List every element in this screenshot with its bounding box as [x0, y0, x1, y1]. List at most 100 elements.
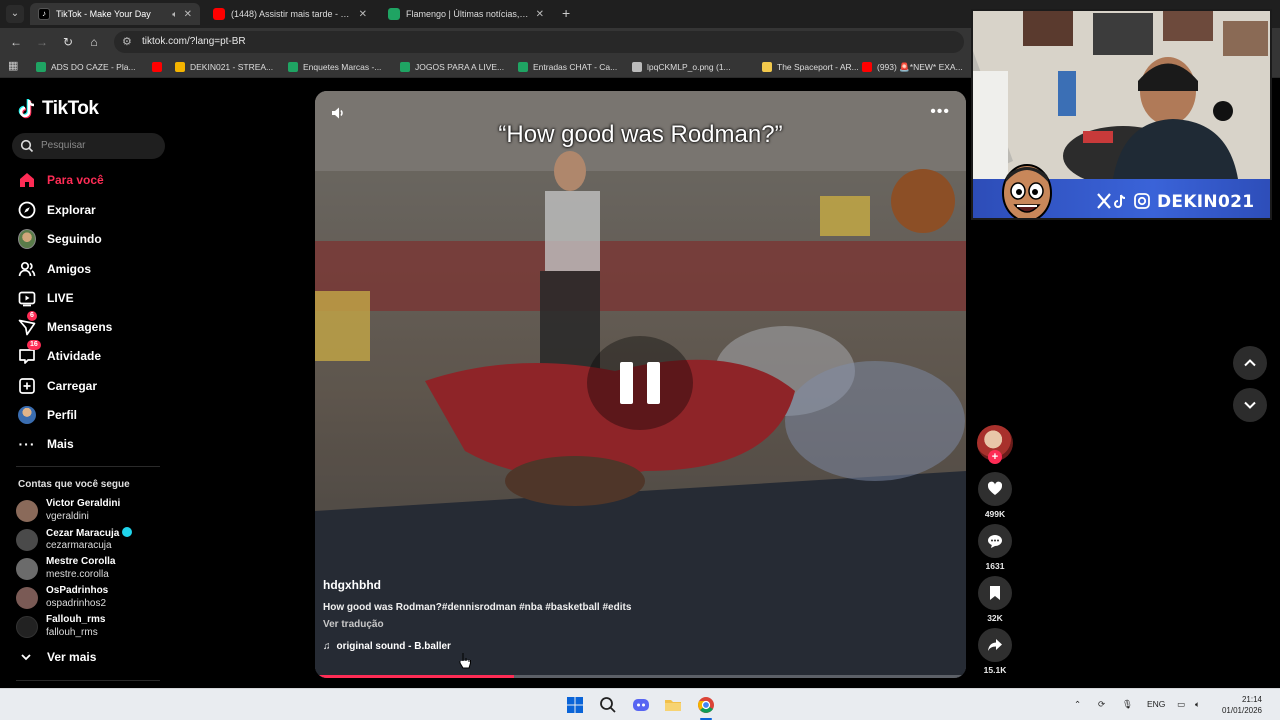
- apps-grid-icon[interactable]: ▦: [8, 59, 22, 73]
- account-item[interactable]: Fallouh_rms fallouh_rms: [16, 614, 176, 642]
- x-icon: [1097, 193, 1111, 209]
- tab-flamengo[interactable]: Flamengo | Últimas notícias, res ✕: [380, 3, 552, 25]
- nav-mensagens[interactable]: 6 Mensagens: [18, 311, 112, 338]
- account-handle: cezarmaracuja: [46, 540, 112, 551]
- spaceport-icon: [762, 62, 772, 72]
- network-icon[interactable]: ▭: [1177, 699, 1185, 710]
- bookmark-item[interactable]: ADS DO CAZE - Pla...: [36, 60, 136, 74]
- like-button[interactable]: 499K: [977, 472, 1013, 519]
- see-more-button[interactable]: Ver mais: [20, 650, 96, 664]
- volume-icon[interactable]: [330, 105, 346, 121]
- sheets-icon: [36, 62, 46, 72]
- chevron-down-icon: [21, 654, 31, 661]
- nav-perfil[interactable]: Perfil: [18, 404, 77, 426]
- video-progress-bar[interactable]: [315, 675, 966, 678]
- save-button[interactable]: 32K: [977, 576, 1013, 623]
- previous-video-button[interactable]: [1233, 346, 1267, 380]
- bookmark-item[interactable]: [152, 60, 167, 74]
- tray-chevron-up-icon[interactable]: ⌃: [1074, 699, 1081, 710]
- share-icon: [988, 639, 1002, 651]
- windows-start-icon[interactable]: [565, 695, 585, 715]
- bookmark-item[interactable]: The Spaceport - AR...: [762, 60, 859, 74]
- nav-label: Amigos: [47, 262, 92, 276]
- follow-plus-icon[interactable]: +: [988, 450, 1002, 464]
- nav-mais[interactable]: ··· Mais: [18, 433, 74, 455]
- nav-atividade[interactable]: 16 Atividade: [18, 340, 101, 367]
- new-tab-button[interactable]: +: [562, 5, 570, 21]
- share-button[interactable]: 15.1K: [977, 628, 1013, 675]
- search-icon: [20, 139, 34, 153]
- pause-icon: [620, 362, 633, 404]
- nav-live[interactable]: LIVE: [18, 287, 74, 309]
- video-description: How good was Rodman?#dennisrodman #nba #…: [323, 602, 632, 613]
- stream-banner: DEKIN021: [973, 164, 1270, 218]
- bookmark-item[interactable]: (993) 🚨*NEW* EXA...: [862, 60, 963, 74]
- nav-label: Mais: [47, 437, 74, 451]
- sound-link[interactable]: ♫ original sound - B.baller: [323, 641, 451, 652]
- site-info-icon[interactable]: ⚙︎: [122, 35, 132, 48]
- nav-para-voce[interactable]: Para você: [18, 169, 104, 191]
- tab-title: TikTok - Make Your Day: [56, 9, 151, 19]
- forward-arrow-icon[interactable]: →: [34, 34, 50, 50]
- account-item[interactable]: Mestre Corolla mestre.corolla: [16, 556, 176, 584]
- bookmark-item[interactable]: DEKIN021 - STREA...: [175, 60, 273, 74]
- tab-tiktok[interactable]: ♪ TikTok - Make Your Day 🔈︎ ✕: [30, 3, 200, 25]
- nav-carregar[interactable]: Carregar: [18, 375, 97, 397]
- nav-explorar[interactable]: Explorar: [18, 199, 96, 221]
- language-indicator[interactable]: ENG: [1147, 699, 1165, 709]
- bookmark-item[interactable]: lpqCKMLP_o.png (1...: [632, 60, 731, 74]
- back-arrow-icon[interactable]: ←: [8, 34, 24, 50]
- account-item[interactable]: OsPadrinhos ospadrinhos2: [16, 585, 176, 613]
- speaker-icon[interactable]: 🔈︎: [172, 9, 177, 20]
- account-item[interactable]: Cezar Maracuja cezarmaracuja: [16, 527, 176, 555]
- notification-badge: 6: [27, 311, 37, 321]
- tiktok-icon: [1114, 194, 1126, 208]
- reload-icon[interactable]: ↻: [60, 34, 76, 50]
- streamer-mascot-icon: [1002, 164, 1052, 218]
- tiktok-note-icon: [18, 99, 35, 119]
- close-tab-icon[interactable]: ✕: [536, 9, 544, 20]
- account-name: Victor Geraldini: [46, 498, 121, 509]
- tiktok-logo[interactable]: TikTok: [18, 98, 99, 120]
- account-item[interactable]: Victor Geraldini vgeraldini: [16, 498, 176, 526]
- more-options-icon[interactable]: •••: [930, 103, 950, 121]
- microphone-icon[interactable]: 🎙︎: [1122, 699, 1133, 710]
- address-bar[interactable]: ⚙︎ tiktok.com/?lang=pt-BR: [114, 31, 964, 53]
- chrome-icon[interactable]: [696, 695, 716, 715]
- bookmark-item[interactable]: JOGOS PARA A LIVE...: [400, 60, 504, 74]
- discord-icon[interactable]: [631, 695, 651, 715]
- bookmark-item[interactable]: Enquetes Marcas -...: [288, 60, 381, 74]
- comment-button[interactable]: 1631: [977, 524, 1013, 571]
- system-clock[interactable]: 21:14 01/01/2026: [1222, 694, 1262, 716]
- heart-icon: [987, 481, 1003, 495]
- bookmark-label: DEKIN021 - STREA...: [190, 62, 274, 72]
- tab-search-button[interactable]: ⌄: [6, 5, 24, 23]
- drive-icon: [175, 62, 185, 72]
- sync-icon[interactable]: ⟳: [1098, 699, 1105, 710]
- nav-label: Carregar: [47, 379, 98, 393]
- activity-icon: 16: [18, 340, 41, 365]
- video-player[interactable]: “How good was Rodman?” ••• hdgxhbhd How …: [315, 91, 966, 678]
- search-placeholder: Pesquisar: [41, 140, 86, 151]
- nav-amigos[interactable]: Amigos: [18, 258, 91, 280]
- nav-seguindo[interactable]: Seguindo: [18, 228, 102, 250]
- video-author[interactable]: hdgxhbhd: [323, 578, 381, 592]
- video-actions: + 499K 1631 32K 15.1K: [975, 420, 1015, 680]
- tab-youtube[interactable]: (1448) Assistir mais tarde - YouT ✕: [205, 3, 375, 25]
- bookmark-item[interactable]: Entradas CHAT - Ca...: [518, 60, 617, 74]
- tab-title: (1448) Assistir mais tarde - YouT: [231, 9, 353, 19]
- file-explorer-icon[interactable]: [663, 695, 683, 715]
- youtube-icon: [152, 62, 162, 72]
- close-tab-icon[interactable]: ✕: [359, 9, 367, 20]
- close-tab-icon[interactable]: ✕: [184, 9, 192, 20]
- next-video-button[interactable]: [1233, 388, 1267, 422]
- divider: [16, 680, 160, 681]
- taskbar-search-icon[interactable]: [598, 695, 618, 715]
- upload-icon: [18, 377, 36, 395]
- volume-icon[interactable]: 🔈︎: [1195, 699, 1200, 710]
- pause-button[interactable]: [587, 336, 693, 430]
- translate-link[interactable]: Ver tradução: [323, 619, 384, 630]
- tiktok-favicon-icon: ♪: [38, 8, 50, 20]
- search-input[interactable]: Pesquisar: [12, 133, 165, 159]
- home-icon[interactable]: ⌂: [86, 34, 102, 50]
